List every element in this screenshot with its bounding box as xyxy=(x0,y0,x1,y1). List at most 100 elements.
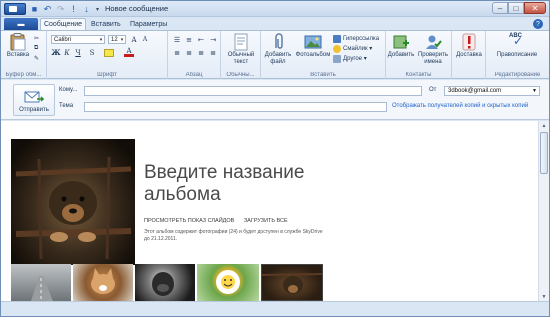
app-menu-button[interactable] xyxy=(4,3,26,15)
italic-button[interactable]: К xyxy=(62,48,72,57)
hyperlink-button[interactable]: Гиперссылка xyxy=(333,34,379,43)
file-menu-tab[interactable]: ▬ xyxy=(4,18,38,30)
check-names-button[interactable]: Проверить имена xyxy=(415,33,451,66)
redo-icon[interactable]: ↷ xyxy=(55,3,66,15)
shrink-font-icon[interactable]: A xyxy=(140,35,150,44)
tab-insert[interactable]: Вставить xyxy=(87,18,125,30)
font-group: Calibri ▾ 12 ▾ A A Ж К Ч S A Шрифт xyxy=(47,31,168,79)
paste-label: Вставка xyxy=(6,52,30,58)
strikethrough-icon[interactable]: S xyxy=(87,48,97,57)
close-button[interactable]: ✕ xyxy=(524,2,546,14)
help-icon[interactable]: ? xyxy=(533,19,543,29)
justify-icon[interactable]: ≣ xyxy=(208,48,218,57)
font-size-select[interactable]: 12 ▾ xyxy=(108,35,126,44)
paperclip-icon xyxy=(275,33,283,49)
other-icon xyxy=(333,54,341,63)
photo-album-icon xyxy=(304,35,322,49)
scroll-down-icon[interactable]: ▼ xyxy=(539,292,549,301)
delivery-label: Доставка xyxy=(456,52,482,58)
album-links: ПРОСМОТРЕТЬ ПОКАЗ СЛАЙДОВ ЗАГРУЗИТЬ ВСЕ xyxy=(144,218,296,224)
slideshow-link[interactable]: ПРОСМОТРЕТЬ ПОКАЗ СЛАЙДОВ xyxy=(144,218,234,224)
editing-group-label: Редактирование xyxy=(494,72,541,78)
vertical-scrollbar[interactable]: ▲ ▼ xyxy=(538,121,549,301)
download-all-link[interactable]: ЗАГРУЗИТЬ ВСЕ xyxy=(244,218,288,224)
attach-file-button[interactable]: Добавить файл xyxy=(263,33,293,66)
add-contact-icon xyxy=(393,35,409,49)
dog-photo-art xyxy=(15,156,132,260)
other-label: Другое xyxy=(343,55,363,62)
contacts-group: Добавить Проверить имена Контакты xyxy=(386,31,452,79)
flag-icon[interactable]: ! xyxy=(68,3,79,15)
grow-font-icon[interactable]: A xyxy=(129,35,139,44)
hyperlink-icon xyxy=(333,34,341,43)
align-center-icon[interactable]: ≣ xyxy=(184,48,194,57)
tab-message[interactable]: Сообщение xyxy=(40,18,86,30)
show-cc-bcc-link[interactable]: Отображать получателей копий и скрытых к… xyxy=(392,103,528,109)
album-title[interactable]: Введите название альбома xyxy=(144,162,344,206)
spelling-label: Правописание xyxy=(496,52,538,58)
paste-icon xyxy=(10,33,26,51)
down-arrow-icon[interactable]: ↓ xyxy=(81,3,92,15)
paragraph-group-label: Абзац xyxy=(185,72,203,78)
insert-group-label: Вставить xyxy=(310,72,336,78)
message-header: Отправить Кому... От 3dbook@gmail.com ▼ … xyxy=(1,80,549,120)
status-bar xyxy=(1,301,549,316)
maximize-button[interactable]: □ xyxy=(508,2,524,14)
delivery-button[interactable]: Доставка xyxy=(454,33,484,59)
minimize-button[interactable]: – xyxy=(492,2,508,14)
undo-icon[interactable]: ↶ xyxy=(42,3,53,15)
align-left-icon[interactable]: ≣ xyxy=(172,48,182,57)
customize-icon[interactable]: ▾ xyxy=(92,3,103,15)
copy-icon[interactable]: ⧉ xyxy=(34,44,38,53)
plain-text-button[interactable]: Обычный текст xyxy=(224,33,258,66)
check-names-label: Проверить имена xyxy=(417,52,448,65)
ribbon-tabs: ▬ Сообщение Вставить Параметры ? xyxy=(1,17,549,30)
save-icon[interactable]: ■ xyxy=(29,3,40,15)
thumbnail-gorilla[interactable] xyxy=(135,264,195,301)
message-body[interactable]: Введите название альбома ПРОСМОТРЕТЬ ПОК… xyxy=(1,121,549,301)
thumbnail-kitten[interactable] xyxy=(73,264,133,301)
font-color-button[interactable]: A xyxy=(122,47,136,57)
chevron-down-icon: ▾ xyxy=(120,36,124,43)
app-icon xyxy=(9,6,17,12)
thumbnail-road[interactable] xyxy=(11,264,71,301)
to-button[interactable]: Кому... xyxy=(59,87,77,93)
scroll-up-icon[interactable]: ▲ xyxy=(539,121,549,130)
contacts-group-label: Контакты xyxy=(405,72,432,78)
other-button[interactable]: Другое ▾ xyxy=(333,54,367,63)
underline-button[interactable]: Ч xyxy=(73,48,83,57)
to-field[interactable] xyxy=(84,86,422,96)
photo-album-button[interactable]: Фотоальбом xyxy=(294,33,332,59)
highlight-button[interactable] xyxy=(102,48,116,57)
kitten-photo-art xyxy=(91,268,115,294)
from-select[interactable]: 3dbook@gmail.com ▼ xyxy=(444,86,540,96)
thumbnail-flower[interactable] xyxy=(197,264,259,301)
scroll-thumb[interactable] xyxy=(540,132,548,174)
align-right-icon[interactable]: ≣ xyxy=(196,48,206,57)
dog-photo-art xyxy=(262,273,322,294)
album-description: Этот альбом содержит фотографии (24) и б… xyxy=(144,229,323,242)
plain-text-icon xyxy=(234,33,248,51)
delivery-group: Доставка xyxy=(452,31,486,79)
spelling-icon: ABC ✓ xyxy=(507,33,527,51)
decrease-indent-icon[interactable]: ⇤ xyxy=(196,35,206,44)
hyperlink-label: Гиперссылка xyxy=(343,35,380,42)
tab-options[interactable]: Параметры xyxy=(126,18,171,30)
emoji-button[interactable]: Смайлик ▾ xyxy=(333,44,372,53)
paste-button[interactable]: Вставка xyxy=(5,33,31,59)
bullet-list-icon[interactable]: ☰ xyxy=(172,35,182,44)
album-cover-photo[interactable] xyxy=(11,139,135,265)
styles-group-label: Обычны... xyxy=(226,72,255,78)
font-family-select[interactable]: Calibri ▾ xyxy=(51,35,105,44)
spelling-button[interactable]: ABC ✓ Правописание xyxy=(490,33,544,59)
format-painter-icon[interactable]: ✎ xyxy=(34,54,39,63)
send-button[interactable]: Отправить xyxy=(13,84,55,116)
cut-icon[interactable]: ✂ xyxy=(34,34,39,43)
subject-field[interactable] xyxy=(84,102,387,112)
thumbnail-dog[interactable] xyxy=(261,264,323,301)
add-contact-button[interactable]: Добавить xyxy=(388,33,414,59)
bold-button[interactable]: Ж xyxy=(51,48,61,57)
numbered-list-icon[interactable]: ≡ xyxy=(184,35,194,44)
increase-indent-icon[interactable]: ⇥ xyxy=(208,35,218,44)
paragraph-group: ☰ ≡ ⇤ ⇥ ≣ ≣ ≣ ≣ Абзац xyxy=(168,31,221,79)
